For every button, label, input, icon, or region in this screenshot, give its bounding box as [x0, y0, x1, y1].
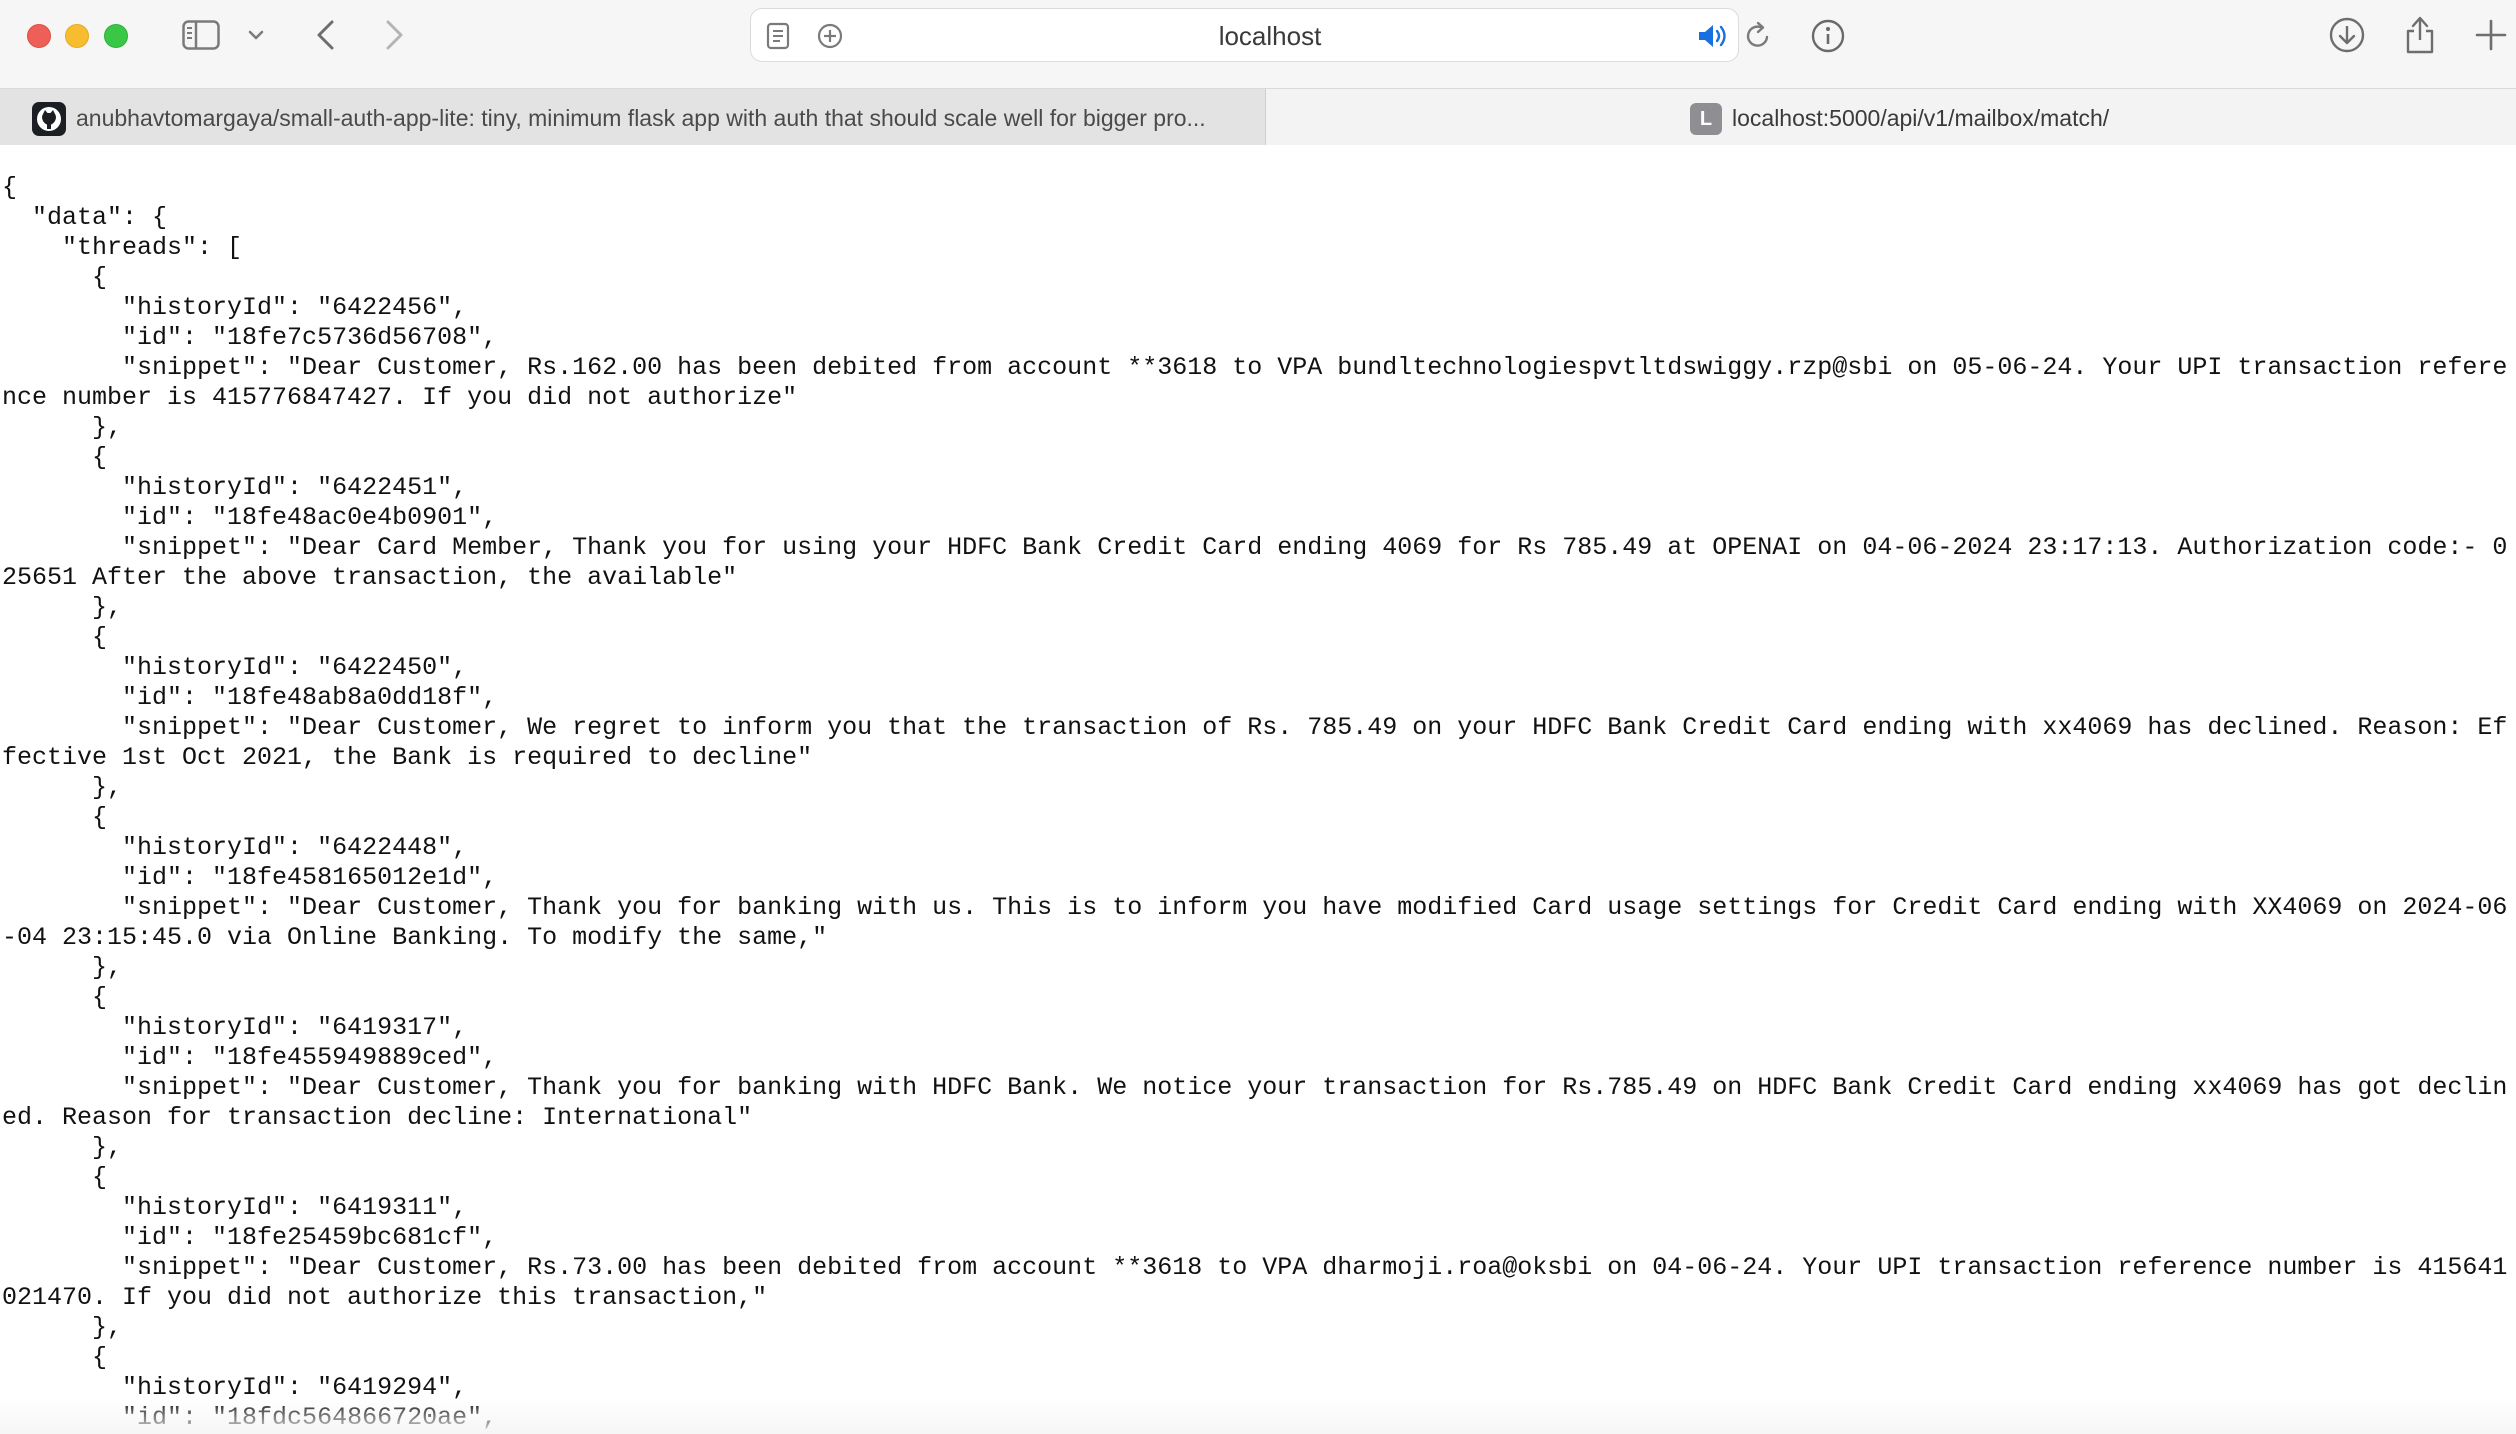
- tab-github[interactable]: anubhavtomargaya/small-auth-app-lite: ti…: [0, 89, 1266, 145]
- page-content: { "data": { "threads": [ { "historyId": …: [0, 145, 2516, 1434]
- add-extension-icon[interactable]: [816, 22, 844, 50]
- address-text[interactable]: localhost: [1000, 18, 1540, 54]
- reload-icon[interactable]: [1742, 20, 1774, 52]
- tab-localhost[interactable]: L localhost:5000/api/v1/mailbox/match/: [1266, 89, 2516, 145]
- json-line: },: [2, 773, 123, 802]
- tab-title: anubhavtomargaya/small-auth-app-lite: ti…: [76, 105, 1206, 131]
- forward-arrow-icon[interactable]: [380, 18, 408, 52]
- json-line: "historyId": "6422450",: [2, 653, 468, 682]
- json-line: "historyId": "6419311",: [2, 1193, 468, 1222]
- download-icon[interactable]: [2328, 16, 2366, 54]
- json-line: {: [2, 443, 108, 472]
- reader-view-icon[interactable]: [766, 22, 790, 50]
- info-icon[interactable]: [1810, 18, 1846, 54]
- json-line: "id": "18fe458165012e1d",: [2, 863, 498, 892]
- json-line: "snippet": "Dear Customer, Thank you for…: [2, 893, 2508, 952]
- browser-toolbar: localhost: [0, 0, 2516, 88]
- back-arrow-icon[interactable]: [312, 18, 340, 52]
- json-line: "id": "18fe455949889ced",: [2, 1043, 498, 1072]
- browser-window: localhost anubhavtomargaya/small-auth-ap…: [0, 0, 2516, 1434]
- json-line: "historyId": "6422448",: [2, 833, 468, 862]
- maximize-window-button[interactable]: [104, 24, 128, 48]
- json-line: "snippet": "Dear Customer, Rs.73.00 has …: [2, 1253, 2508, 1312]
- json-line: "snippet": "Dear Customer, Rs.162.00 has…: [2, 353, 2508, 412]
- json-response-body: { "data": { "threads": [ { "historyId": …: [0, 145, 2512, 1433]
- sidebar-toggle-icon[interactable]: [182, 20, 220, 50]
- json-line: "historyId": "6419294",: [2, 1373, 468, 1402]
- new-tab-plus-icon[interactable]: [2474, 16, 2508, 54]
- chevron-down-icon[interactable]: [246, 25, 266, 45]
- json-line: "id": "18fe48ac0e4b0901",: [2, 503, 498, 532]
- share-icon[interactable]: [2402, 12, 2438, 56]
- json-line: },: [2, 593, 123, 622]
- json-line: "id": "18fe25459bc681cf",: [2, 1223, 498, 1252]
- json-line: "historyId": "6422451",: [2, 473, 468, 502]
- minimize-window-button[interactable]: [65, 24, 89, 48]
- json-line: {: [2, 263, 108, 292]
- speaker-audio-icon[interactable]: [1696, 21, 1730, 51]
- json-line: "threads": [: [2, 233, 243, 262]
- json-line: {: [2, 803, 108, 832]
- json-line: {: [2, 173, 18, 202]
- json-line: {: [2, 1343, 108, 1372]
- tab-bar: anubhavtomargaya/small-auth-app-lite: ti…: [0, 88, 2516, 145]
- json-line: "data": {: [2, 203, 168, 232]
- json-line: "id": "18fdc564866720ae",: [2, 1403, 498, 1432]
- json-line: },: [2, 953, 123, 982]
- json-line: {: [2, 1163, 108, 1192]
- json-line: "id": "18fe7c5736d56708",: [2, 323, 498, 352]
- json-line: {: [2, 983, 108, 1012]
- github-icon: [32, 102, 66, 136]
- json-line: {: [2, 623, 108, 652]
- json-line: "snippet": "Dear Card Member, Thank you …: [2, 533, 2508, 592]
- tab-title: localhost:5000/api/v1/mailbox/match/: [1732, 105, 2110, 131]
- json-line: "historyId": "6419317",: [2, 1013, 468, 1042]
- json-line: "snippet": "Dear Customer, We regret to …: [2, 713, 2508, 772]
- close-window-button[interactable]: [27, 24, 51, 48]
- json-line: "snippet": "Dear Customer, Thank you for…: [2, 1073, 2508, 1132]
- json-line: "id": "18fe48ab8a0dd18f",: [2, 683, 498, 712]
- json-line: },: [2, 1313, 123, 1342]
- json-line: "historyId": "6422456",: [2, 293, 468, 322]
- json-line: },: [2, 1133, 123, 1162]
- tab-favicon-letter: L: [1690, 103, 1722, 135]
- json-line: },: [2, 413, 123, 442]
